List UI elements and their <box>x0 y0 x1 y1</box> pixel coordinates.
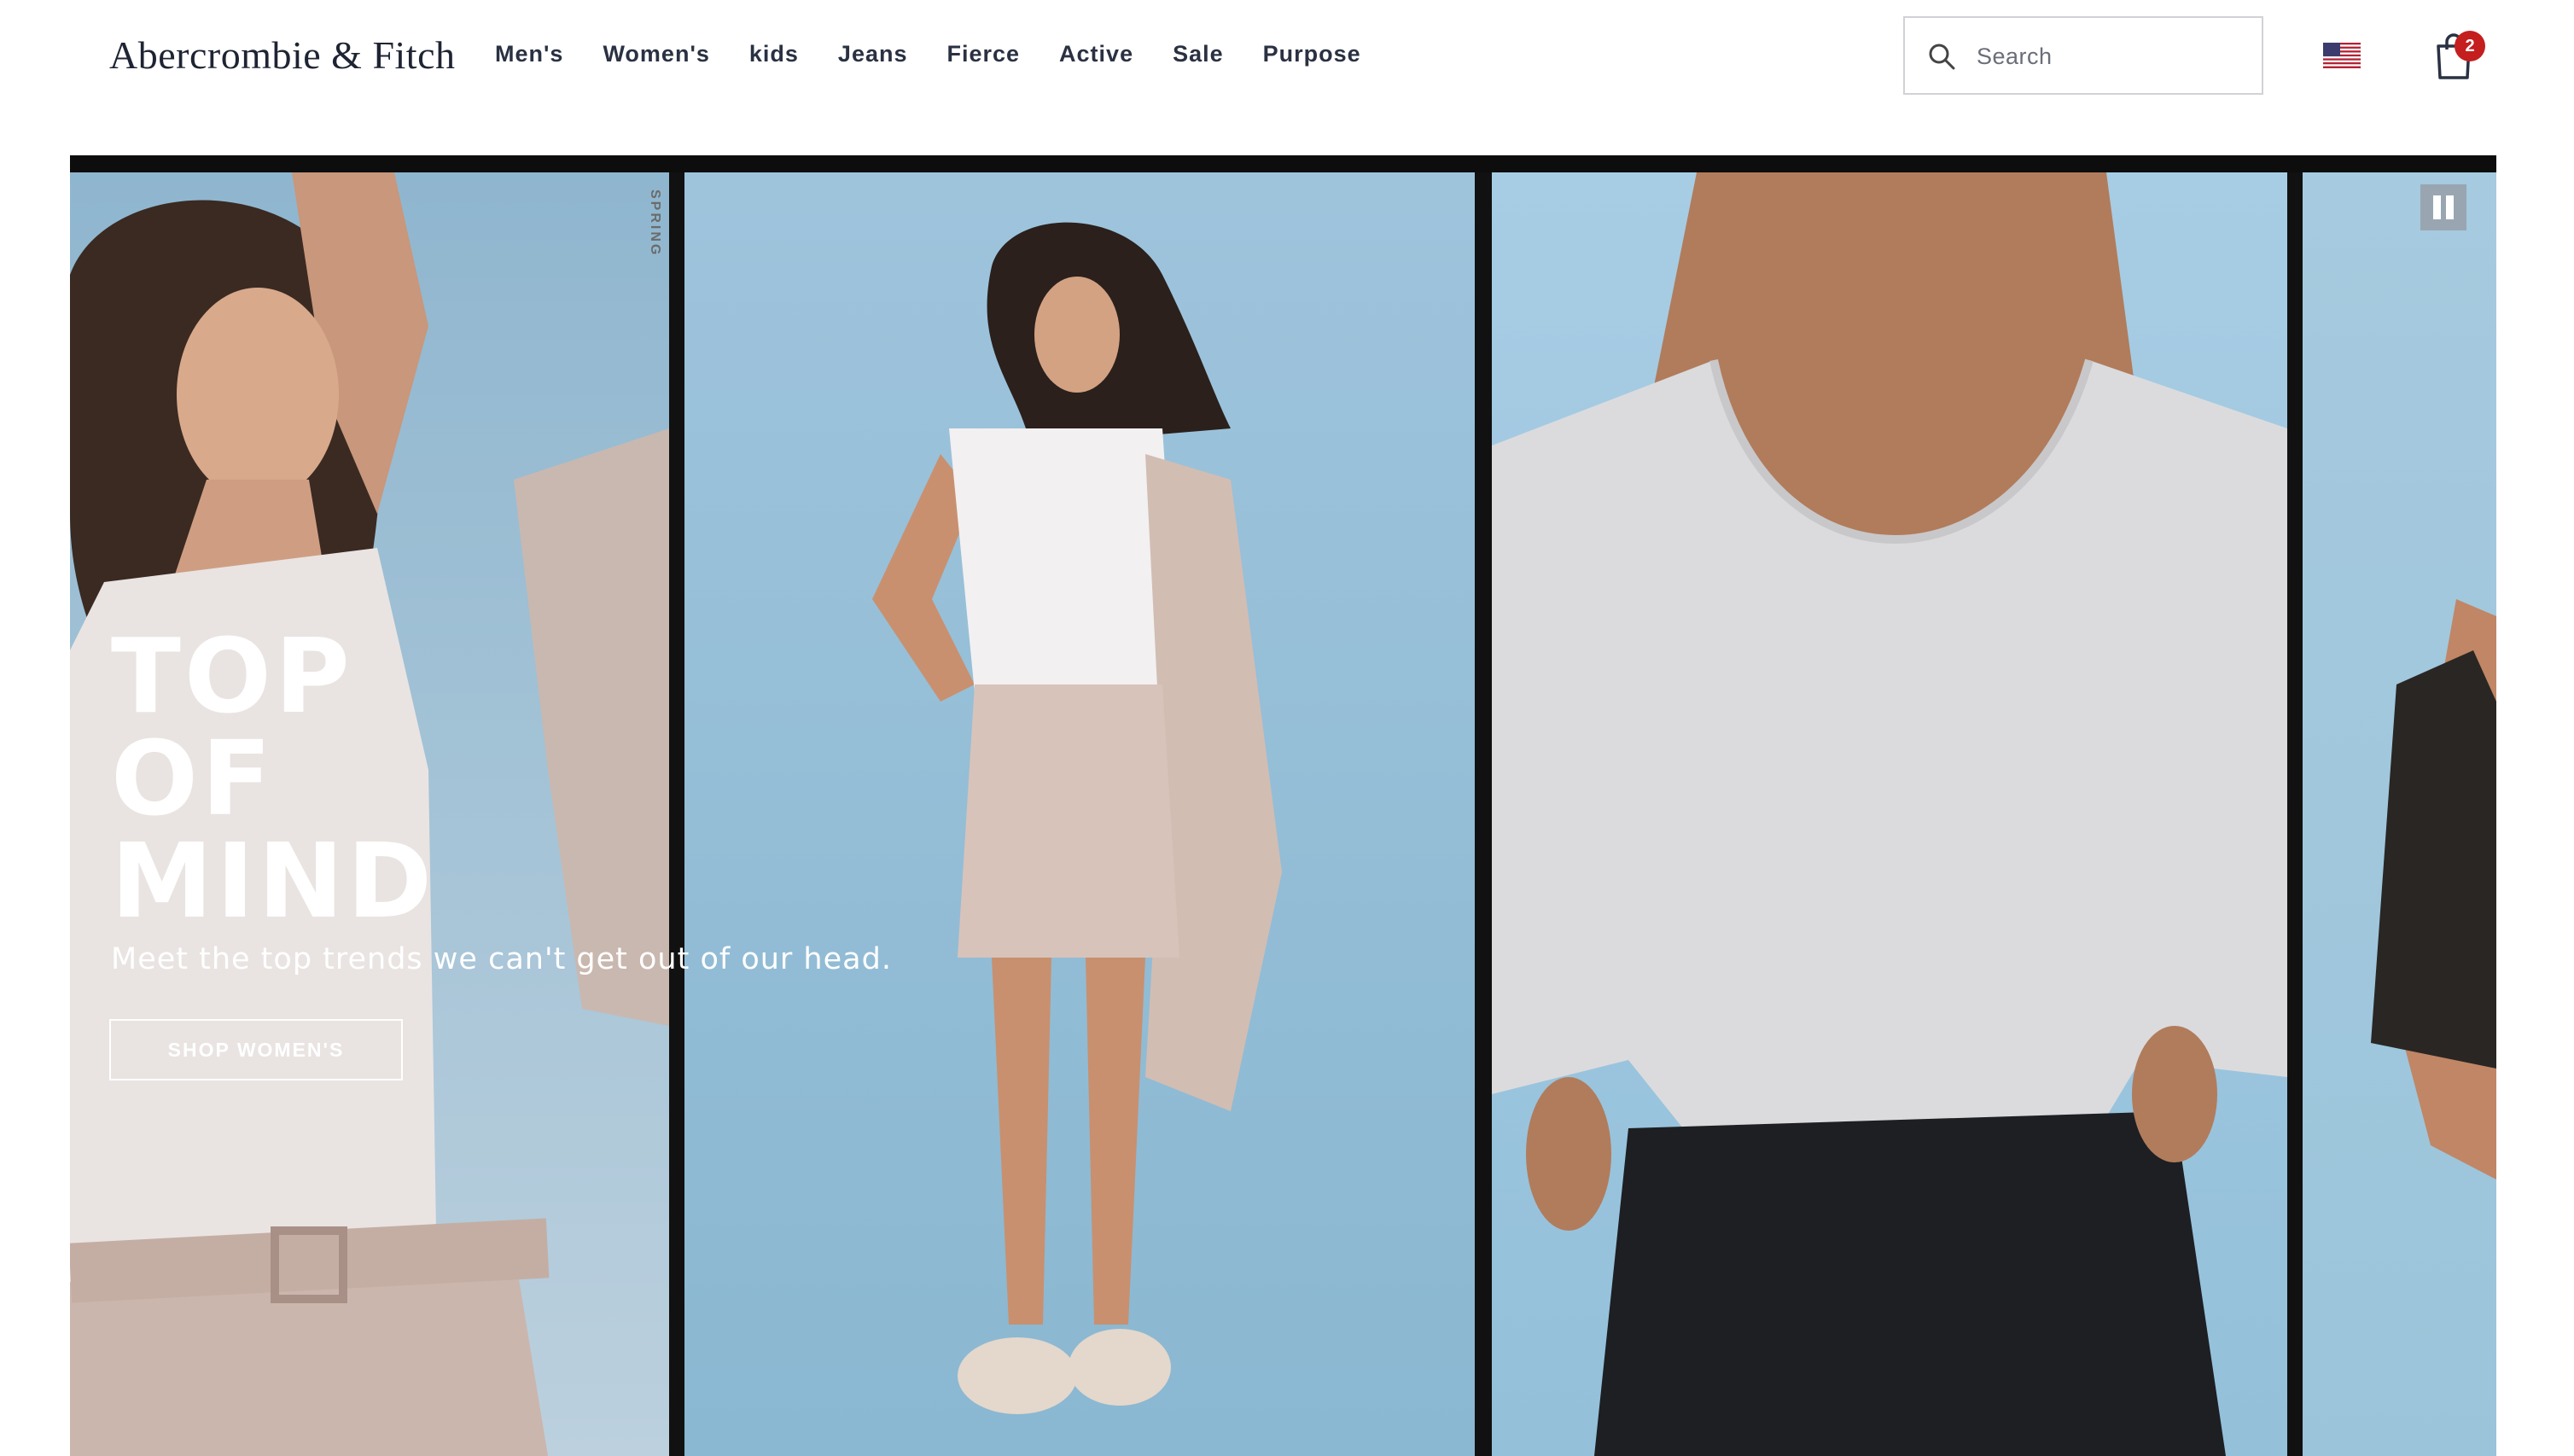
nav-item-purpose[interactable]: Purpose <box>1263 41 1361 67</box>
hero-subtitle: Meet the top trends we can't get out of … <box>111 942 892 976</box>
site-header: Abercrombie & Fitch Men's Women's kids J… <box>0 0 2574 154</box>
model-photo-2 <box>872 222 1282 1414</box>
nav-item-kids[interactable]: kids <box>749 41 799 67</box>
nav-item-fierce[interactable]: Fierce <box>946 41 1020 67</box>
film-edge-label: SPRING <box>648 189 662 258</box>
carousel-pause-button[interactable] <box>2420 184 2466 230</box>
pause-icon <box>2433 195 2441 219</box>
nav-item-sale[interactable]: Sale <box>1173 41 1224 67</box>
pause-icon <box>2446 195 2454 219</box>
search-box[interactable] <box>1903 16 2263 95</box>
nav-item-active[interactable]: Active <box>1059 41 1133 67</box>
model-photo-4 <box>2371 599 2496 1179</box>
cart-count-badge: 2 <box>2455 31 2485 61</box>
nav-item-jeans[interactable]: Jeans <box>838 41 908 67</box>
nav-item-womens[interactable]: Women's <box>603 41 709 67</box>
hero-title-line: MIND <box>111 823 436 941</box>
model-photo-3 <box>1492 172 2287 1456</box>
hero-photo-panel-4 <box>2303 172 2496 1456</box>
brand-logo[interactable]: Abercrombie & Fitch <box>109 32 456 78</box>
hero-title-line: TOP <box>111 618 353 737</box>
hero-photo-panel-2 <box>684 172 1475 1456</box>
search-input[interactable] <box>1975 38 2251 74</box>
hero-photo-panel-3 <box>1492 172 2287 1456</box>
us-flag-icon[interactable] <box>2323 43 2361 68</box>
shop-womens-button[interactable]: SHOP WOMEN'S <box>109 1019 403 1080</box>
hero-title-line: OF <box>111 720 275 839</box>
nav-item-mens[interactable]: Men's <box>495 41 563 67</box>
search-icon <box>1929 44 1955 70</box>
main-nav: Men's Women's kids Jeans Fierce Active S… <box>495 41 1401 67</box>
film-strip-edge <box>70 155 2496 172</box>
hero-banner: SPRING TOP OF MIND Meet the top trends w… <box>70 155 2496 1456</box>
hero-title: TOP OF MIND <box>111 626 657 934</box>
